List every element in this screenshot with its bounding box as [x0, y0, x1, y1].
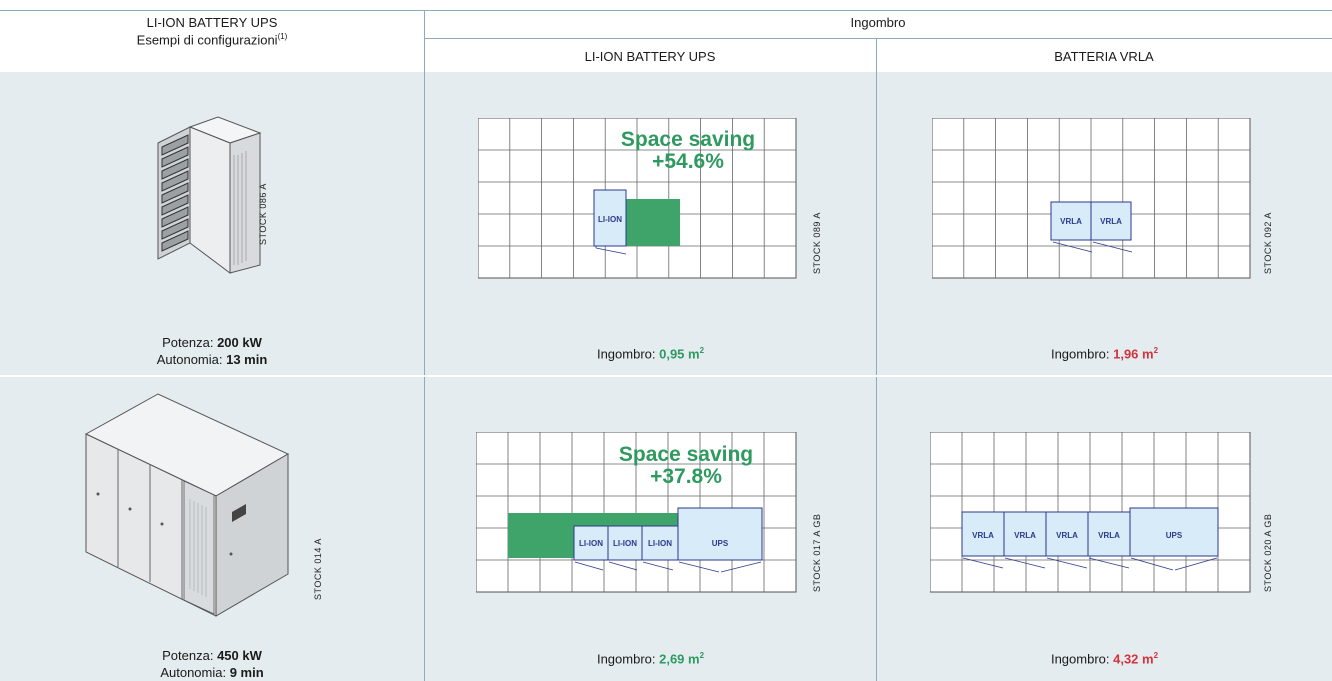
footprint-value: 4,32 m	[1113, 651, 1154, 667]
ups-cabinet-450kw-image	[84, 393, 290, 617]
footnote-marker: (1)	[277, 32, 288, 41]
row1-vrla-footprint: Ingombro: 1,96 m2	[877, 342, 1332, 362]
power-label: Potenza:	[162, 648, 218, 663]
left-header-title: LI-ION BATTERY UPS	[146, 15, 278, 30]
space-saving-title: Space saving	[620, 128, 756, 151]
column-header-liion: LI-ION BATTERY UPS	[584, 49, 716, 64]
row1-vrla-floorplan: VRLA VRLA	[932, 118, 1251, 279]
group-header-ingombro: Ingombro	[850, 15, 906, 30]
vrla-block-label: VRLA	[1060, 217, 1082, 226]
vrla-block-label: VRLA	[1098, 531, 1120, 540]
ups-block-label: UPS	[712, 539, 729, 548]
stock-label-liion-row1: STOCK 089 A	[812, 212, 822, 274]
footprint-unit-sup: 2	[699, 651, 705, 660]
vrla-block-label: VRLA	[1100, 217, 1122, 226]
footprint-label: Ingombro:	[596, 651, 660, 667]
row2-power: Potenza: 450 kW	[0, 647, 424, 664]
liion-block-label: LI-ION	[598, 215, 622, 224]
row2-specs: Potenza: 450 kW Autonomia: 9 min	[0, 647, 424, 681]
vrla-block-label: VRLA	[1056, 531, 1078, 540]
row1-liion-footprint: Ingombro: 0,95 m2	[425, 342, 876, 362]
autonomy-label: Autonomia:	[156, 352, 227, 367]
left-header-subtitle: Esempi di configurazioni(1)	[0, 32, 424, 47]
liion-block-label: LI-ION	[648, 539, 672, 548]
stock-label-vrla-row2: STOCK 020 A GB	[1263, 513, 1273, 592]
power-value: 450 kW	[217, 648, 262, 663]
autonomy-label: Autonomia:	[160, 665, 230, 680]
footprint-unit-sup: 2	[1153, 346, 1159, 355]
footprint-unit-sup: 2	[699, 346, 705, 355]
row1-power: Potenza: 200 kW	[0, 334, 424, 351]
vrla-block-label: VRLA	[972, 531, 994, 540]
power-label: Potenza:	[162, 335, 218, 350]
footprint-value: 2,69 m	[659, 651, 700, 667]
autonomy-value: 13 min	[226, 352, 268, 367]
row2-vrla-floorplan: VRLA VRLA VRLA VRLA UPS	[930, 432, 1251, 593]
row2-autonomy: Autonomia: 9 min	[0, 664, 424, 681]
left-header-subtitle-text: Esempi di configurazioni	[136, 32, 278, 48]
row1-specs: Potenza: 200 kW Autonomia: 13 min	[0, 334, 424, 368]
column-header-vrla: BATTERIA VRLA	[1054, 49, 1154, 64]
liion-block-label: LI-ION	[613, 539, 637, 548]
liion-block-label: LI-ION	[579, 539, 603, 548]
stock-label-vrla-row1: STOCK 092 A	[1263, 212, 1273, 274]
row2-vrla-footprint: Ingombro: 4,32 m2	[877, 647, 1332, 667]
power-value: 200 kW	[217, 335, 262, 350]
autonomy-value: 9 min	[229, 665, 264, 680]
stock-label-ups-row1: STOCK 086 A	[258, 183, 268, 245]
row2-space-saving: Space saving +37.8%	[476, 444, 896, 488]
space-saving-title: Space saving	[618, 443, 754, 466]
space-saving-value: +54.6%	[652, 150, 724, 173]
footprint-label: Ingombro:	[1050, 346, 1114, 362]
stock-label-ups-row2: STOCK 014 A	[313, 538, 323, 600]
footprint-label: Ingombro:	[596, 346, 660, 362]
vrla-block-label: VRLA	[1014, 531, 1036, 540]
footprint-label: Ingombro:	[1050, 651, 1114, 667]
footprint-unit-sup: 2	[1153, 651, 1159, 660]
stock-label-liion-row2: STOCK 017 A GB	[812, 513, 822, 592]
footprint-value: 1,96 m	[1113, 346, 1154, 362]
footprint-value: 0,95 m	[659, 346, 700, 362]
space-saving-value: +37.8%	[650, 465, 722, 488]
ups-block-label: UPS	[1166, 531, 1183, 540]
row2-liion-footprint: Ingombro: 2,69 m2	[425, 647, 876, 667]
row1-autonomy: Autonomia: 13 min	[0, 351, 424, 368]
row1-space-saving: Space saving +54.6%	[478, 129, 898, 173]
